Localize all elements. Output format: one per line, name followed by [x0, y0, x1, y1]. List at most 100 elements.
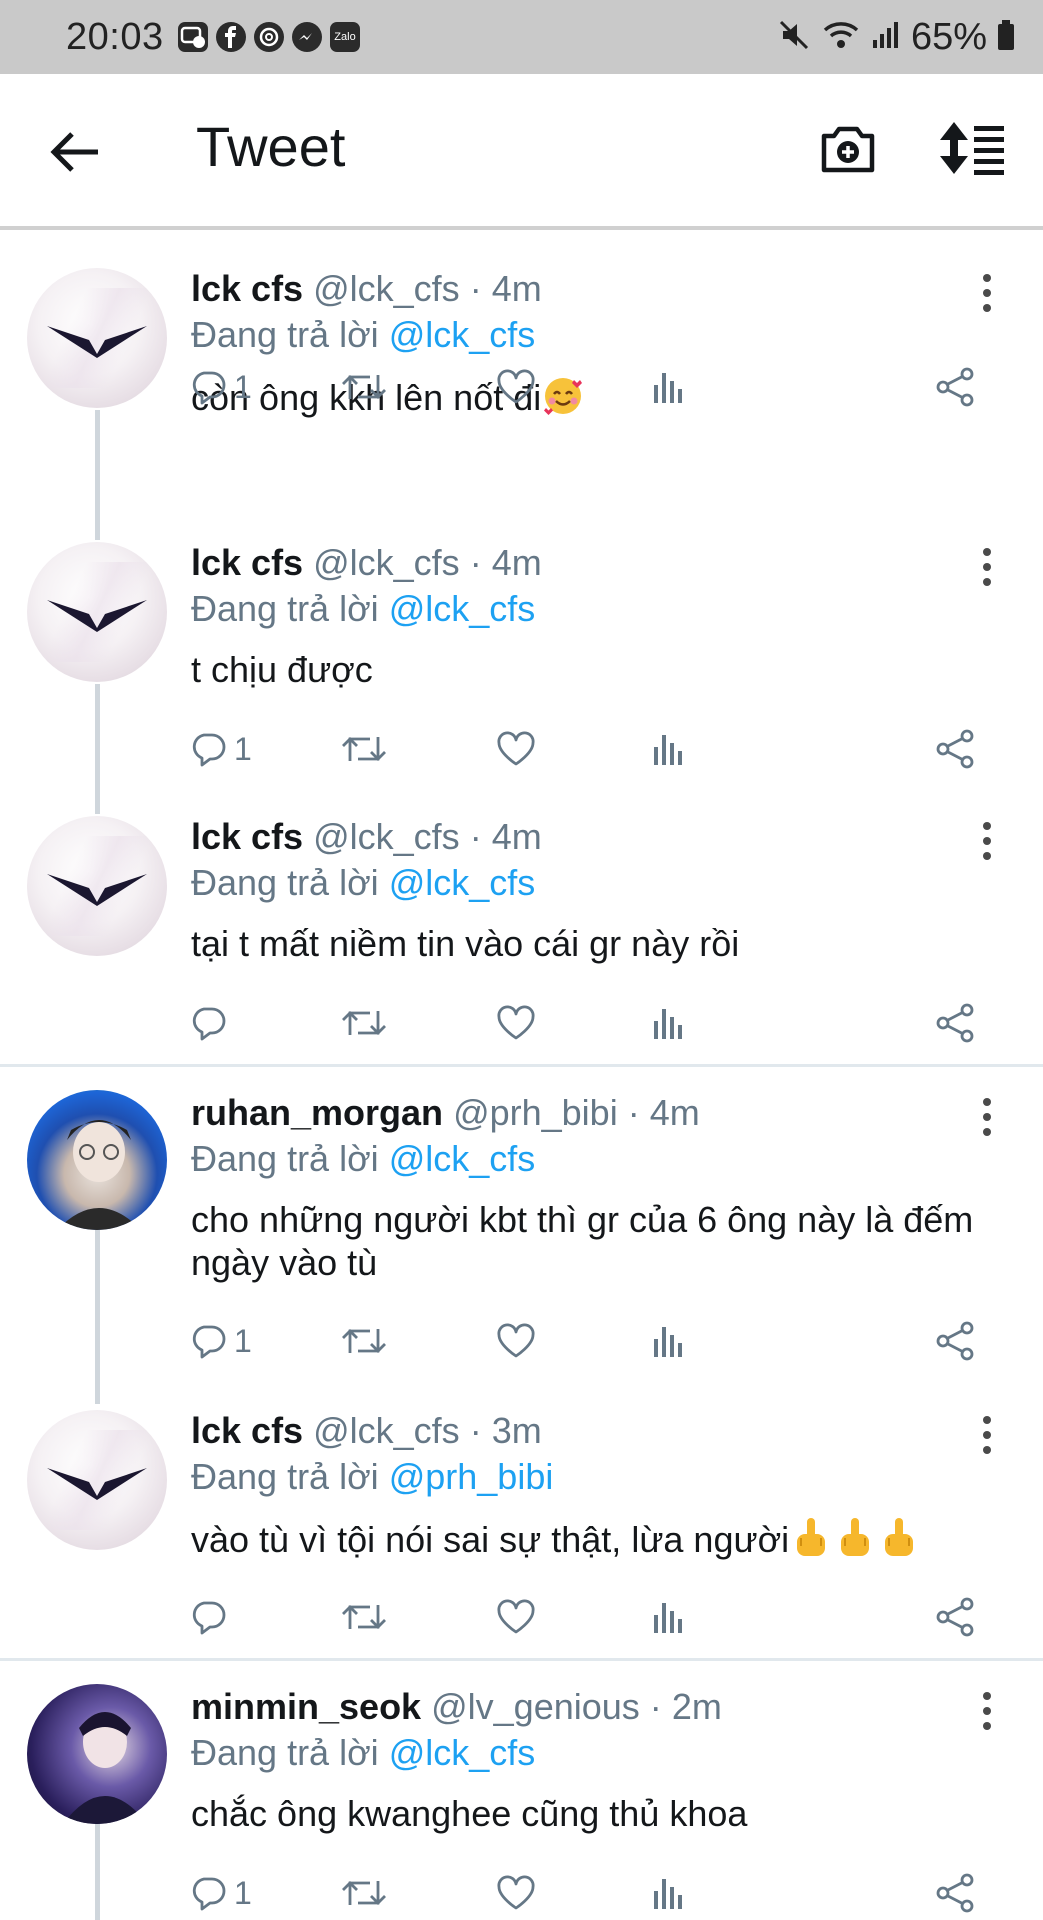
analytics-button[interactable]	[650, 362, 686, 412]
tweet-actions	[190, 1592, 990, 1642]
more-options-icon[interactable]	[978, 1691, 996, 1731]
reply-icon	[192, 1007, 226, 1041]
analytics-button[interactable]	[650, 1592, 686, 1642]
more-options-icon[interactable]	[978, 1097, 996, 1137]
retweet-button[interactable]	[340, 724, 388, 774]
replying-to-label: Đang trả lời	[191, 314, 379, 355]
tweet[interactable]: lck cfs @lck_cfs · 3m Đang trả lời @prh_…	[0, 1370, 1043, 1658]
reply-button[interactable]: 1	[190, 1316, 252, 1366]
middle-finger-icon	[797, 1518, 826, 1556]
heart-icon	[497, 731, 535, 766]
sort-replies-icon[interactable]	[940, 118, 1010, 178]
more-options-icon[interactable]	[978, 547, 996, 587]
heart-icon	[497, 369, 535, 404]
tweet-text: vào tù vì tội nói sai sự thật, lừa người	[191, 1516, 1011, 1561]
like-button[interactable]	[496, 1592, 536, 1642]
analytics-button[interactable]	[650, 1868, 686, 1918]
reply-button[interactable]	[190, 998, 234, 1048]
reply-handle-link[interactable]: @lck_cfs	[389, 314, 536, 355]
display-name[interactable]: ruhan_morgan	[191, 1092, 443, 1133]
retweet-button[interactable]	[340, 1592, 388, 1642]
reply-handle-link[interactable]: @lck_cfs	[389, 1138, 536, 1179]
tweet-header: minmin_seok @lv_genious · 2m	[191, 1686, 722, 1728]
avatar[interactable]	[27, 1410, 167, 1550]
page-title: Tweet	[196, 115, 346, 178]
separator-dot: ·	[627, 1092, 640, 1133]
analytics-button[interactable]	[650, 724, 686, 774]
retweet-button[interactable]	[340, 362, 388, 412]
share-button[interactable]	[934, 998, 978, 1048]
timestamp: 4m	[649, 1092, 700, 1133]
share-button[interactable]	[934, 1868, 978, 1918]
replying-to: Đang trả lời @prh_bibi	[191, 1456, 553, 1498]
reply-button[interactable]: 1	[190, 1868, 252, 1918]
retweet-button[interactable]	[340, 1868, 388, 1918]
display-name[interactable]: lck cfs	[191, 542, 303, 583]
reply-button[interactable]	[190, 1592, 234, 1642]
like-button[interactable]	[496, 1316, 536, 1366]
share-button[interactable]	[934, 362, 978, 412]
reply-handle-link[interactable]: @lck_cfs	[389, 588, 536, 629]
share-button[interactable]	[934, 724, 978, 774]
avatar[interactable]	[27, 268, 167, 408]
analytics-button[interactable]	[650, 998, 686, 1048]
camera-plus-icon[interactable]	[818, 118, 878, 178]
avatar[interactable]	[27, 816, 167, 956]
tweet-actions: 1	[190, 1316, 990, 1366]
user-handle: @lck_cfs	[313, 816, 460, 857]
reply-handle-link[interactable]: @prh_bibi	[389, 1456, 554, 1497]
retweet-icon	[342, 1011, 386, 1035]
user-handle: @lck_cfs	[313, 1410, 460, 1451]
heart-icon	[497, 1599, 535, 1634]
separator-dot: ·	[649, 1686, 662, 1727]
avatar[interactable]	[27, 542, 167, 682]
mute-icon	[777, 18, 811, 57]
reply-handle-link[interactable]: @lck_cfs	[389, 1732, 536, 1773]
reply-handle-link[interactable]: @lck_cfs	[389, 862, 536, 903]
analytics-icon	[654, 1327, 682, 1357]
app-header: Tweet	[0, 74, 1043, 230]
tweet-header: lck cfs @lck_cfs · 3m	[191, 1410, 542, 1452]
display-name[interactable]: lck cfs	[191, 1410, 303, 1451]
tweet[interactable]: lck cfs @lck_cfs · 4m Đang trả lời @lck_…	[0, 502, 1043, 802]
like-button[interactable]	[496, 1868, 536, 1918]
signal-icon	[871, 18, 901, 57]
replying-to: Đang trả lời @lck_cfs	[191, 1138, 535, 1180]
tweet-header: ruhan_morgan @prh_bibi · 4m	[191, 1092, 700, 1134]
status-time: 20:03	[66, 16, 164, 58]
separator-dot: ·	[469, 816, 482, 857]
more-options-icon[interactable]	[978, 821, 996, 861]
tweet[interactable]: ruhan_morgan @prh_bibi · 4m Đang trả lời…	[0, 1052, 1043, 1392]
more-options-icon[interactable]	[978, 273, 996, 313]
reply-count: 1	[234, 368, 252, 405]
like-button[interactable]	[496, 362, 536, 412]
avatar[interactable]	[27, 1090, 167, 1230]
more-options-icon[interactable]	[978, 1415, 996, 1455]
analytics-button[interactable]	[650, 1316, 686, 1366]
like-button[interactable]	[496, 724, 536, 774]
share-button[interactable]	[934, 1316, 978, 1366]
display-name[interactable]: lck cfs	[191, 816, 303, 857]
avatar[interactable]	[27, 1684, 167, 1824]
replying-to: Đang trả lời @lck_cfs	[191, 588, 535, 630]
retweet-button[interactable]	[340, 998, 388, 1048]
reply-button[interactable]: 1	[190, 362, 252, 412]
like-button[interactable]	[496, 998, 536, 1048]
display-name[interactable]: minmin_seok	[191, 1686, 421, 1727]
tweet-header: lck cfs @lck_cfs · 4m	[191, 816, 542, 858]
tweet[interactable]: lck cfs @lck_cfs · 4m Đang trả lời @lck_…	[0, 776, 1043, 1064]
analytics-icon	[654, 735, 682, 765]
tweet[interactable]: lck cfs @lck_cfs · 4m Đang trả lời @lck_…	[0, 228, 1043, 528]
zalo-icon: Zalo	[330, 22, 360, 52]
retweet-button[interactable]	[340, 1316, 388, 1366]
tweet-text: cho những người kbt thì gr của 6 ông này…	[191, 1198, 1011, 1284]
analytics-icon	[654, 1603, 682, 1633]
retweet-icon	[342, 1329, 386, 1353]
tweet-actions: 1	[190, 724, 990, 774]
back-arrow-icon[interactable]	[46, 122, 106, 182]
share-button[interactable]	[934, 1592, 978, 1642]
retweet-icon	[342, 375, 386, 399]
display-name[interactable]: lck cfs	[191, 268, 303, 309]
tweet[interactable]: minmin_seok @lv_genious · 2m Đang trả lờ…	[0, 1646, 1043, 1920]
reply-button[interactable]: 1	[190, 724, 252, 774]
